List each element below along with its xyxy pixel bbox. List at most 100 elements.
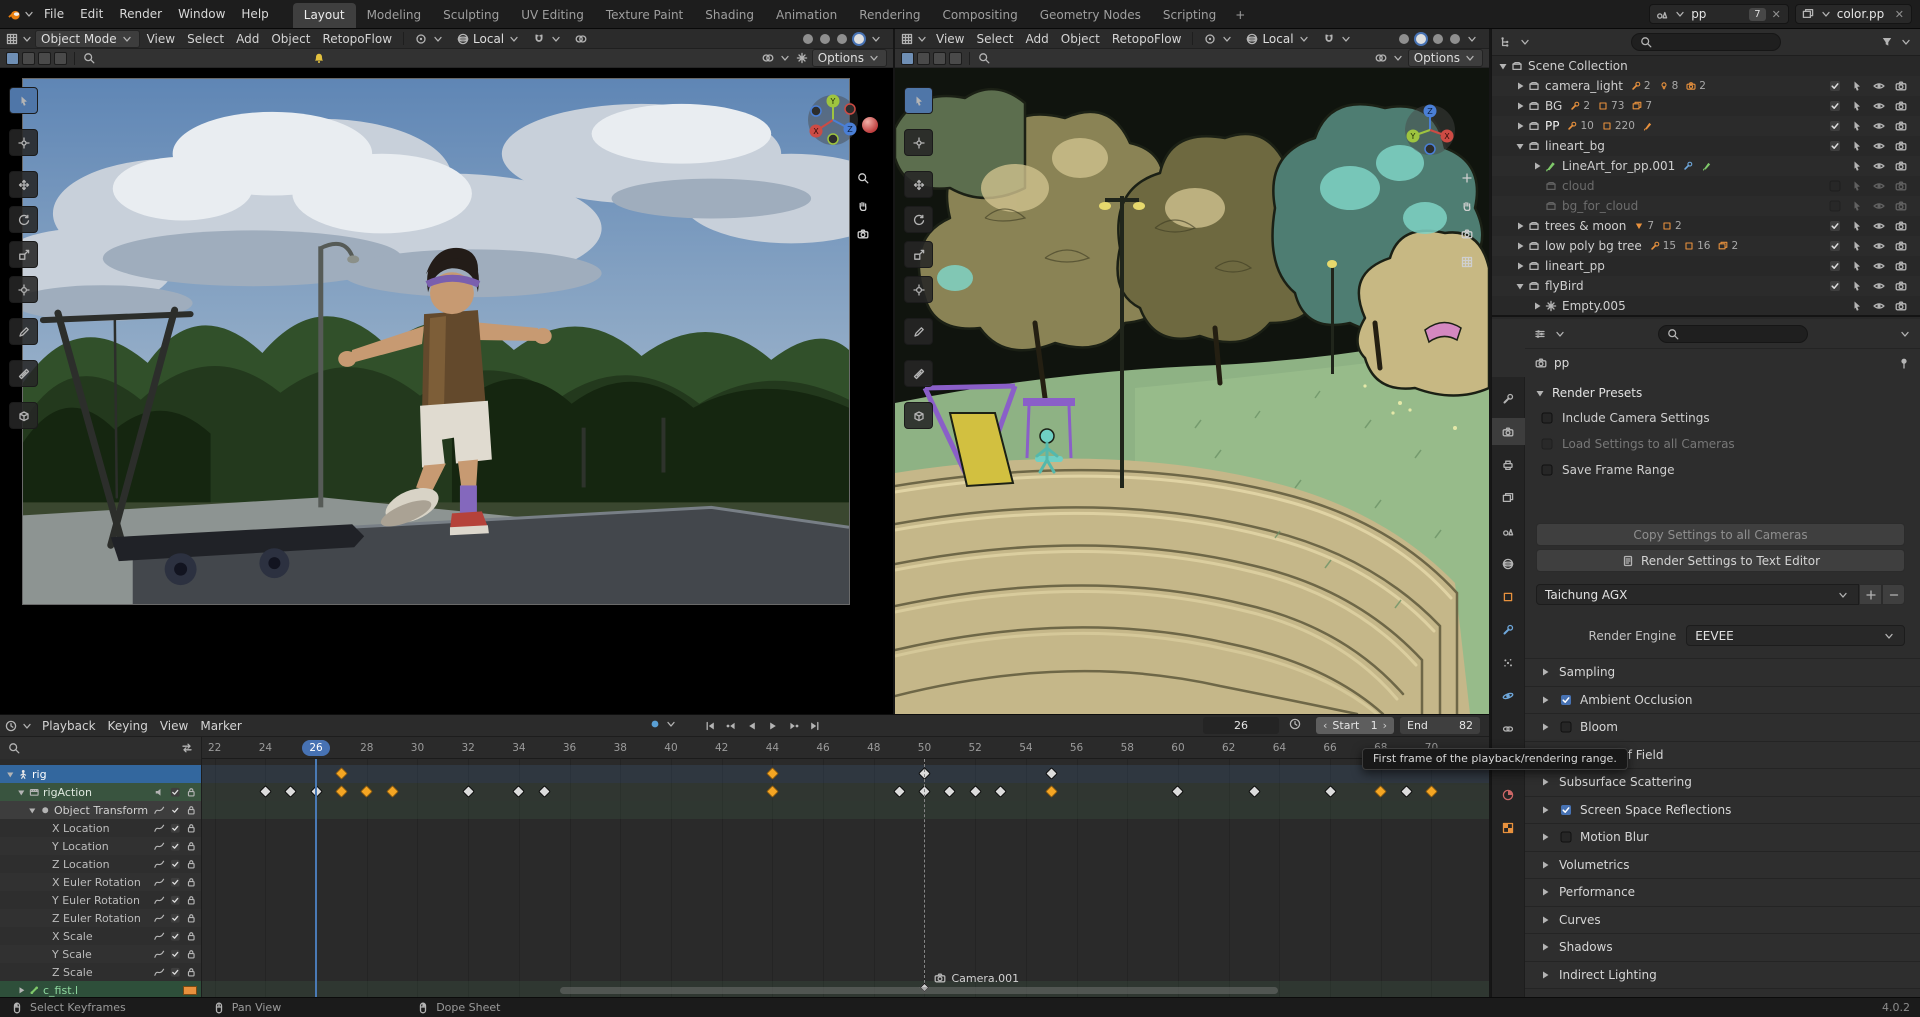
properties-search-input[interactable] [1658,325,1808,343]
chk-dark-icon[interactable] [1828,259,1842,273]
chk-on-icon[interactable] [1559,803,1573,817]
speaker-icon[interactable] [153,786,166,799]
channel-z-location[interactable]: Z Location [0,855,202,873]
properties-tab-modifiers[interactable] [1492,616,1525,643]
fcurve-icon[interactable] [153,804,166,817]
workspace-tab-animation[interactable]: Animation [765,3,848,28]
channel-x-location[interactable]: X Location [0,819,202,837]
camera-icon[interactable] [1894,139,1908,153]
tool-add-cube-button[interactable] [9,402,38,429]
menu-file[interactable]: File [36,4,72,24]
properties-tab-view-layer[interactable] [1492,484,1525,511]
tool-rotate-button[interactable] [9,206,38,233]
workspace-tab-sculpting[interactable]: Sculpting [432,3,510,28]
camera-icon[interactable] [1894,279,1908,293]
tri-r-icon[interactable] [1530,299,1544,313]
fcurve-icon[interactable] [153,840,166,853]
tri-r-icon[interactable] [1538,775,1552,789]
prop-check-include-camera-settings[interactable]: Include Camera Settings [1525,405,1920,431]
view-layer-remove-button[interactable]: ✕ [1893,8,1906,21]
pointer-icon[interactable] [1850,99,1864,113]
tri-r-icon[interactable] [15,984,28,997]
chk-dark-icon[interactable] [169,876,182,889]
shading-solid-icon[interactable] [820,34,830,44]
menu-render[interactable]: Render [111,4,170,24]
outliner-row-cloud[interactable]: cloud [1492,176,1920,196]
tri-r-icon[interactable] [1513,259,1527,273]
chevron-down-icon[interactable] [1518,35,1532,49]
workspace-tab-scripting[interactable]: Scripting [1152,3,1227,28]
chevron-down-icon[interactable] [1899,35,1913,49]
chevron-down-icon[interactable] [20,719,34,733]
outliner-row-lineart-bg[interactable]: lineart_bg [1492,136,1920,156]
shading-material-icon[interactable] [837,34,847,44]
chk-dark-icon[interactable] [169,840,182,853]
channel-z-euler-rotation[interactable]: Z Euler Rotation [0,909,202,927]
fcurve-icon[interactable] [153,858,166,871]
options-dropdown[interactable]: Options [1408,49,1483,67]
timeline-ruler[interactable]: 26 2224262830323436384042444648505254565… [0,737,1489,759]
outliner-row-bg[interactable]: BG2737 [1492,96,1920,116]
workspace-tab-rendering[interactable]: Rendering [848,3,931,28]
camera-view-icon[interactable] [856,227,870,241]
section-subsurface-scattering[interactable]: Subsurface Scattering [1525,769,1920,797]
pointer-icon[interactable] [1850,279,1864,293]
tool-transform-button[interactable] [904,276,933,303]
pin-icon[interactable] [1897,356,1911,370]
eye-icon[interactable] [1872,79,1886,93]
menu-edit[interactable]: Edit [72,4,111,24]
snap-dropdown[interactable] [1317,31,1358,47]
section-curves[interactable]: Curves [1525,907,1920,935]
lock-icon[interactable] [185,912,198,925]
dope-sheet-editor-icon[interactable] [4,719,18,733]
properties-tab-scene[interactable] [1492,517,1525,544]
chevron-down-icon[interactable] [1898,327,1912,341]
section-volumetrics[interactable]: Volumetrics [1525,852,1920,880]
properties-tab-tool[interactable] [1492,385,1525,412]
shading-wireframe-icon[interactable] [803,34,813,44]
button-render-settings-to-text-editor[interactable]: Render Settings to Text Editor [1536,549,1905,572]
eye-icon[interactable] [1872,119,1886,133]
tri-r-icon[interactable] [1538,858,1552,872]
playhead-frame-tag[interactable]: 26 [302,740,330,756]
auto-keying-toggle[interactable] [648,717,678,731]
add-workspace-button[interactable]: + [1227,3,1253,28]
chk-dark-icon[interactable] [1828,239,1842,253]
eye-icon[interactable] [1872,239,1886,253]
preset-dropdown[interactable]: Taichung AGX [1536,584,1859,605]
channel-x-euler-rotation[interactable]: X Euler Rotation [0,873,202,891]
channel-y-scale[interactable]: Y Scale [0,945,202,963]
lock-icon[interactable] [185,894,198,907]
properties-tab-constraints[interactable] [1492,715,1525,742]
channel-z-scale[interactable]: Z Scale [0,963,202,981]
channel-rigaction[interactable]: rigAction [0,783,202,801]
chk-dark-icon[interactable] [1828,219,1842,233]
tri-r-icon[interactable] [1538,803,1552,817]
eye-icon[interactable] [1872,99,1886,113]
mode-dropdown[interactable]: Object Mode [35,30,140,48]
chk-dark-icon[interactable] [1828,139,1842,153]
workspace-tab-uv-editing[interactable]: UV Editing [510,3,595,28]
properties-tab-material[interactable] [1492,781,1525,808]
render-presets-panel-header[interactable]: Render Presets [1525,376,1920,405]
outliner-row-bg-for-cloud[interactable]: bg_for_cloud [1492,196,1920,216]
scene-selector[interactable]: pp 7 ✕ [1649,4,1789,24]
section-screen-space-reflections[interactable]: Screen Space Reflections [1525,797,1920,825]
use-preview-range-toggle[interactable] [1288,717,1302,731]
chk-off-icon[interactable] [1828,179,1842,193]
chevron-down-icon[interactable] [778,51,792,65]
chk-off-icon[interactable] [1540,463,1554,477]
shading-mode-switch[interactable] [796,31,888,47]
tri-r-icon[interactable] [1530,159,1544,173]
section-bloom[interactable]: Bloom [1525,714,1920,742]
gizmos-icon[interactable] [795,51,809,65]
pan-hand-icon[interactable] [856,199,870,213]
tool-select-button[interactable] [9,87,38,114]
camera-view-icon[interactable] [1460,227,1474,241]
tri-r-icon[interactable] [1513,99,1527,113]
properties-tab-physics[interactable] [1492,682,1525,709]
orientation-dropdown[interactable]: Local [1240,31,1315,47]
chk-on-icon[interactable] [1559,693,1573,707]
camera-icon[interactable] [1894,299,1908,313]
lock-icon[interactable] [185,840,198,853]
